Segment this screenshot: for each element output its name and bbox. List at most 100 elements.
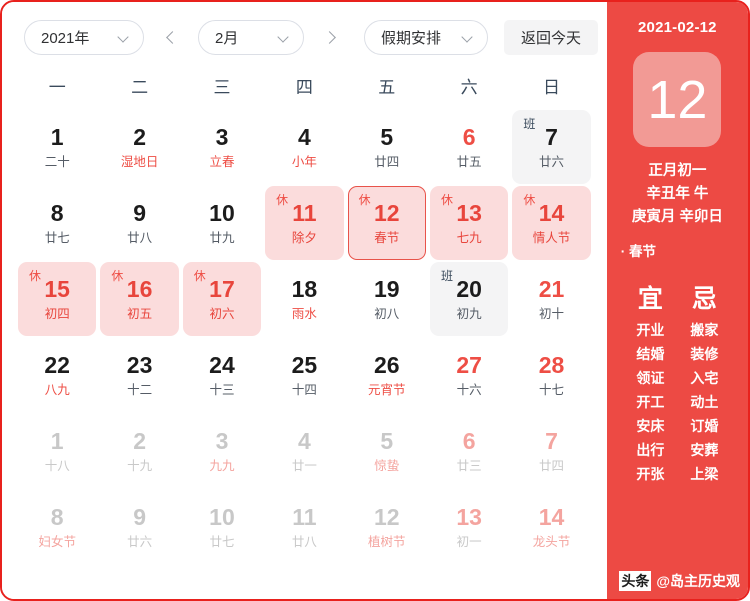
yi-ji-section: 宜 开业 结婚 领证 开工 安床 出行 开张 忌 搬家 装修 入宅 动土 订婚 安葬 上梁	[607, 283, 748, 486]
day-cell[interactable]: 10 廿九	[183, 186, 261, 260]
rest-day-badge: 休	[193, 269, 206, 283]
day-cell[interactable]: 13 初一	[430, 490, 508, 564]
day-number: 13	[456, 199, 482, 226]
detail-date: 2021-02-12	[638, 19, 717, 36]
yi-item: 开工	[636, 394, 665, 410]
day-lunar-label: 廿四	[539, 458, 565, 473]
day-lunar-label: 元宵节	[368, 382, 406, 397]
day-cell[interactable]: 休 11 除夕	[265, 186, 344, 260]
prev-month-button[interactable]	[154, 21, 188, 55]
day-cell[interactable]: 2 湿地日	[100, 110, 178, 184]
day-cell[interactable]: 27 十六	[430, 338, 508, 412]
day-lunar-label: 情人节	[532, 230, 571, 245]
day-cell[interactable]: 班 20 初九	[429, 262, 509, 336]
day-cell[interactable]: 10 廿七	[183, 490, 261, 564]
day-lunar-label: 初九	[456, 306, 482, 321]
day-cell[interactable]: 21 初十	[512, 262, 590, 336]
day-cell[interactable]: 25 十四	[265, 338, 343, 412]
day-lunar-label: 植树节	[368, 534, 406, 549]
day-cell[interactable]: 28 十七	[512, 338, 590, 412]
lunar-month-day-line: 庚寅月 辛卯日	[631, 209, 723, 225]
weekday-label-1: 二	[131, 78, 149, 97]
day-cell[interactable]: 休 15 初四	[18, 262, 97, 336]
day-cell[interactable]: 26 元宵节	[348, 338, 426, 412]
yi-item: 领证	[636, 370, 665, 386]
day-cell[interactable]: 6 廿三	[430, 414, 508, 488]
day-cell[interactable]: 6 廿五	[430, 110, 508, 184]
day-cell[interactable]: 22 八九	[18, 338, 96, 412]
day-cell[interactable]: 19 初八	[348, 262, 426, 336]
day-lunar-label: 初一	[456, 534, 482, 549]
day-lunar-label: 初四	[44, 306, 70, 321]
day-number: 20	[456, 275, 482, 302]
day-cell[interactable]: 4 小年	[265, 110, 343, 184]
yi-item: 开业	[636, 322, 665, 338]
month-select[interactable]: 2月	[198, 20, 304, 55]
day-lunar-label: 九九	[209, 458, 235, 473]
day-cell[interactable]: 18 雨水	[265, 262, 343, 336]
day-number: 2	[133, 123, 146, 150]
day-cell[interactable]: 8 廿七	[18, 186, 96, 260]
chevron-down-icon	[279, 32, 290, 43]
day-lunar-label: 廿八	[127, 230, 153, 245]
year-select[interactable]: 2021年	[24, 20, 144, 55]
day-number: 4	[297, 427, 311, 454]
day-cell[interactable]: 5 廿四	[348, 110, 426, 184]
day-cell[interactable]: 班 7 廿六	[512, 110, 591, 184]
day-lunar-label: 廿七	[209, 534, 235, 549]
holiday-arrangement-select[interactable]: 假期安排	[364, 20, 488, 55]
day-number: 1	[50, 123, 64, 150]
day-cell[interactable]: 3 立春	[183, 110, 261, 184]
ji-item: 安葬	[690, 442, 719, 458]
day-number: 13	[456, 503, 482, 530]
day-number: 27	[456, 351, 482, 378]
day-cell[interactable]: 休 13 七九	[429, 186, 509, 260]
rest-day-badge: 休	[29, 269, 42, 283]
weekday-label-5: 六	[460, 78, 478, 97]
day-number: 7	[545, 427, 558, 454]
day-cell[interactable]: 休 12 春节	[347, 186, 426, 260]
ji-item: 入宅	[690, 370, 719, 386]
rest-day-badge: 休	[523, 193, 536, 207]
ji-column: 忌 搬家 装修 入宅 动土 订婚 安葬 上梁	[690, 283, 718, 486]
ji-item: 订婚	[690, 418, 719, 434]
day-cell[interactable]: 23 十二	[100, 338, 178, 412]
day-cell[interactable]: 14 龙头节	[512, 490, 590, 564]
next-month-button[interactable]	[314, 21, 348, 55]
day-number: 9	[133, 503, 146, 530]
day-lunar-label: 廿七	[44, 230, 70, 245]
chevron-down-icon	[119, 32, 130, 43]
yi-item: 开张	[636, 466, 665, 482]
day-cell[interactable]: 3 九九	[183, 414, 261, 488]
chevron-down-icon	[463, 32, 474, 43]
day-lunar-label: 初八	[374, 306, 400, 321]
day-cell[interactable]: 9 廿八	[100, 186, 178, 260]
day-number: 6	[462, 427, 476, 454]
day-cell[interactable]: 7 廿四	[512, 414, 590, 488]
day-cell[interactable]: 休 16 初五	[100, 262, 179, 336]
day-cell[interactable]: 1 二十	[18, 110, 96, 184]
yi-item: 出行	[636, 442, 665, 458]
day-lunar-label: 妇女节	[38, 534, 76, 549]
day-cell[interactable]: 11 廿八	[265, 490, 343, 564]
day-cell[interactable]: 2 十九	[100, 414, 178, 488]
day-cell[interactable]: 24 十三	[183, 338, 261, 412]
back-to-today-button[interactable]: 返回今天	[504, 20, 599, 55]
day-lunar-label: 初五	[127, 306, 153, 321]
day-cell[interactable]: 5 惊蛰	[348, 414, 426, 488]
day-lunar-label: 雨水	[291, 306, 317, 321]
day-lunar-label: 十七	[539, 382, 565, 397]
day-cell[interactable]: 休 14 情人节	[512, 186, 591, 260]
weekday-header: 一二三四五六日	[2, 77, 607, 99]
day-cell[interactable]: 9 廿六	[100, 490, 178, 564]
day-cell[interactable]: 休 17 初六	[182, 262, 262, 336]
day-cell[interactable]: 12 植树节	[348, 490, 426, 564]
day-cell[interactable]: 4 廿一	[265, 414, 343, 488]
day-number: 22	[44, 351, 70, 378]
day-cell[interactable]: 8 妇女节	[18, 490, 96, 564]
rest-day-badge: 休	[440, 193, 453, 207]
day-lunar-label: 廿六	[539, 154, 565, 169]
weekday-label-0: 一	[48, 78, 66, 97]
day-cell[interactable]: 1 十八	[18, 414, 96, 488]
day-lunar-label: 廿四	[374, 154, 400, 169]
